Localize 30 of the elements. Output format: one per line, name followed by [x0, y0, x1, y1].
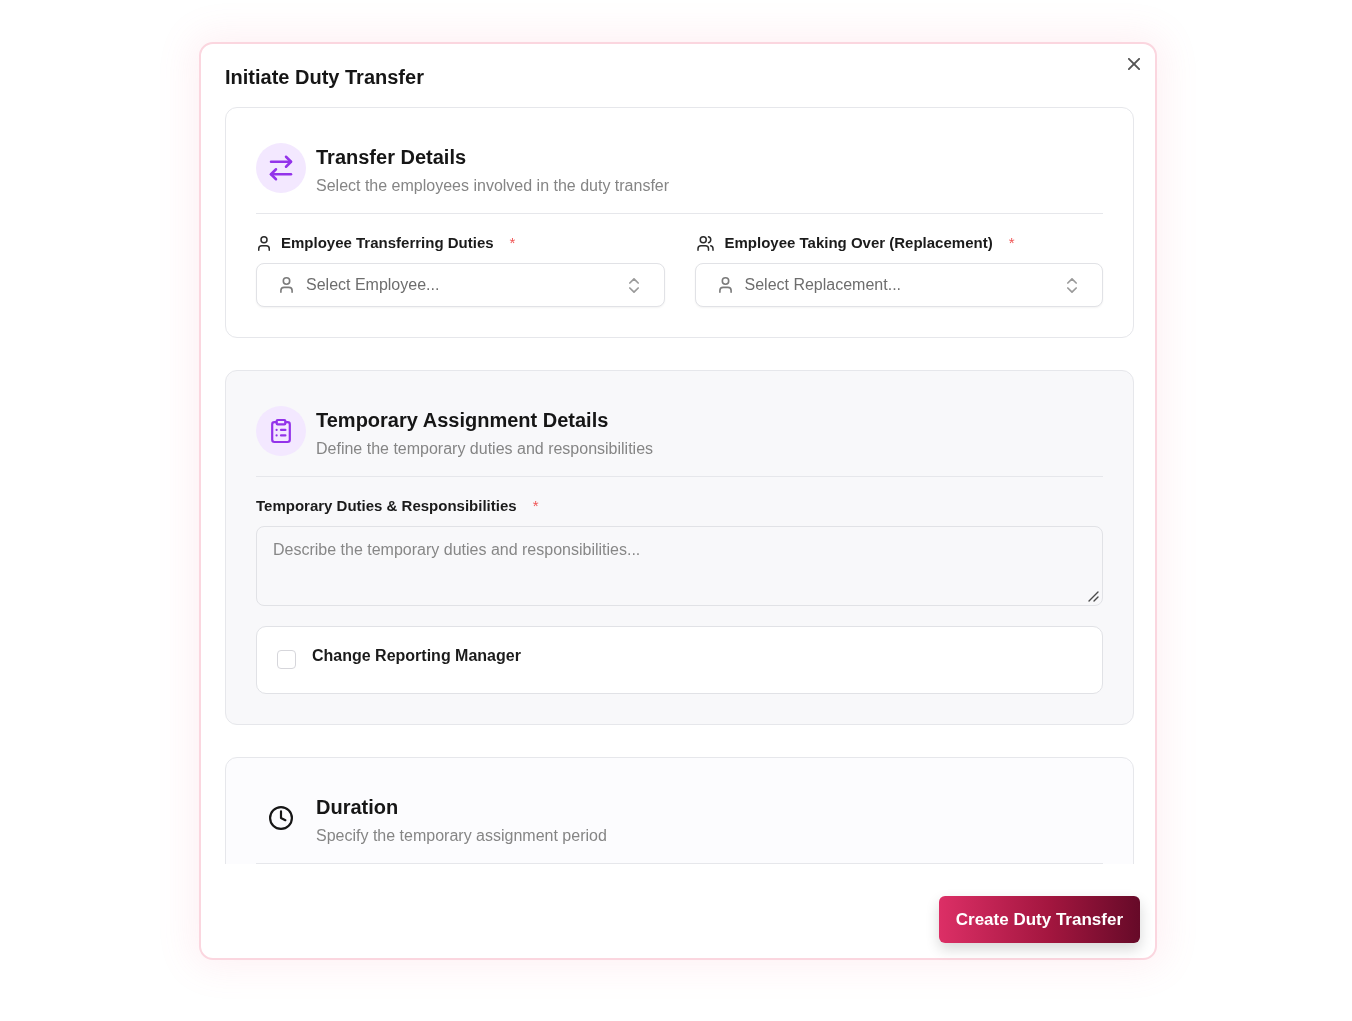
field-label: Employee Transferring Duties [281, 233, 494, 253]
close-icon[interactable] [1128, 58, 1140, 70]
required-asterisk: * [1008, 233, 1015, 253]
required-asterisk: * [532, 496, 539, 516]
section-title: Transfer Details [316, 145, 468, 170]
field-label: Employee Taking Over (Replacement) [724, 233, 993, 253]
field-label: Temporary Duties & Responsibilities [256, 496, 517, 516]
person-icon [718, 277, 732, 293]
section-subtitle: Define the temporary duties and responsibilities [316, 439, 654, 459]
select-field[interactable]: Select Replacement... [694, 263, 1103, 307]
textarea-field[interactable]: Describe the temporary duties and responsibilities... [256, 526, 1103, 606]
people-icon [696, 235, 714, 251]
chevron-up-down-icon [1067, 277, 1077, 293]
submit-button[interactable]: Create Duty Transfer [938, 896, 1140, 943]
select-field[interactable]: Select Employee... [256, 263, 665, 307]
clock-icon [269, 806, 293, 830]
section-title: Duration [316, 795, 400, 820]
section-subtitle: Select the employees involved in the duty transfer [316, 176, 670, 196]
section-subtitle: Specify the temporary assignment period [316, 826, 607, 846]
checkbox-label: Change Reporting Manager [312, 646, 521, 666]
chevron-up-down-icon [628, 277, 639, 293]
required-asterisk: * [509, 233, 516, 253]
checkbox[interactable] [277, 650, 296, 669]
resize-grip-icon[interactable] [1088, 591, 1099, 602]
clipboard-list-icon [256, 406, 306, 456]
dialog-title: Initiate Duty Transfer [225, 65, 424, 90]
section-title: Temporary Assignment Details [316, 408, 610, 433]
swap-arrows-icon [256, 143, 306, 193]
person-icon [258, 235, 270, 251]
person-icon [280, 277, 293, 293]
